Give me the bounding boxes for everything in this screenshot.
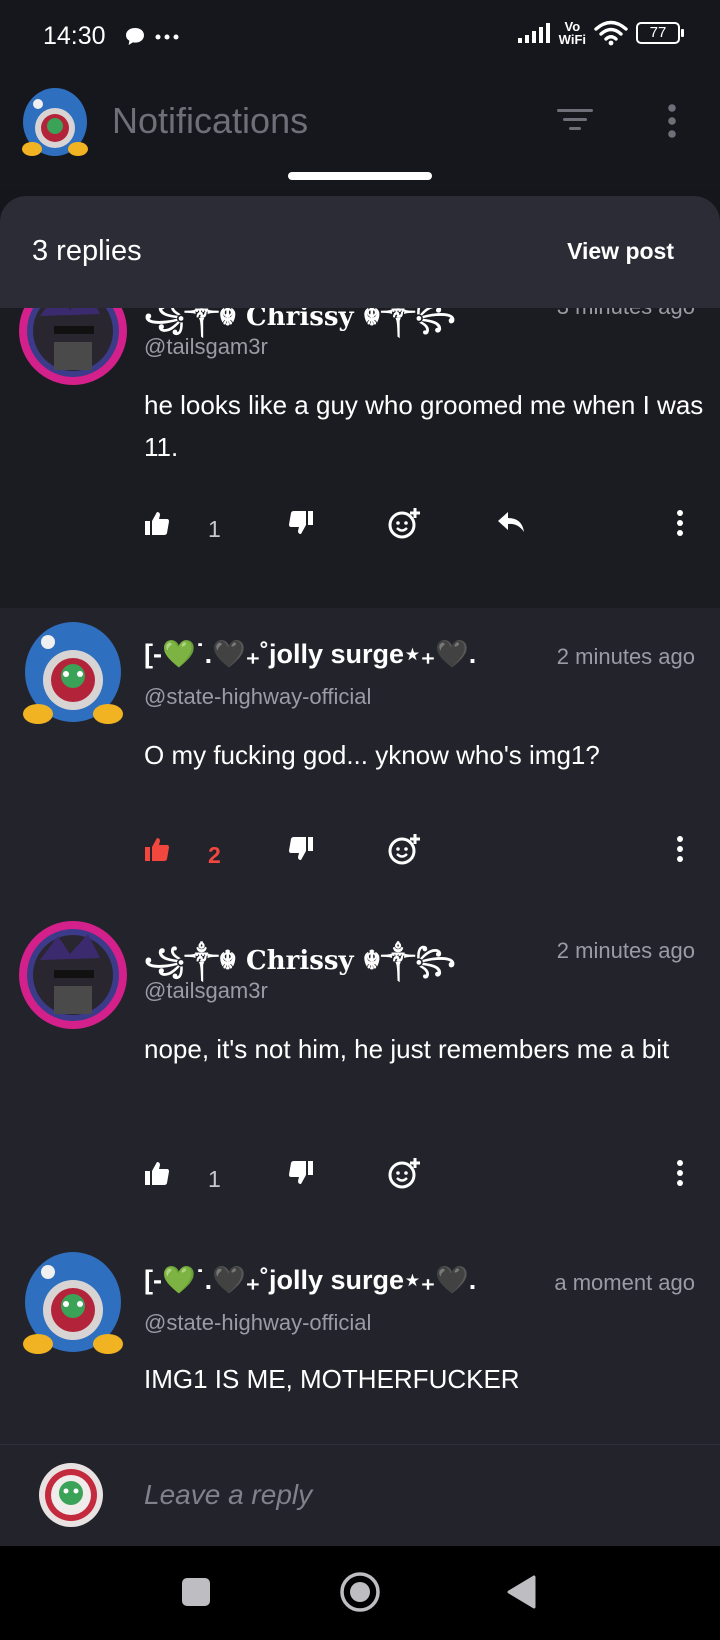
thumbs-up-icon[interactable] bbox=[144, 510, 170, 536]
wifi-label: WiFi bbox=[558, 32, 586, 47]
comment-handle[interactable]: @tailsgam3r bbox=[144, 334, 268, 360]
avatar[interactable] bbox=[18, 920, 128, 1030]
comment-actions: 1 bbox=[144, 508, 704, 550]
view-post-button[interactable]: View post bbox=[567, 238, 674, 265]
replies-count: 3 replies bbox=[32, 235, 142, 267]
avatar[interactable] bbox=[18, 620, 128, 730]
comment-body: O my fucking god... yknow who's img1? bbox=[144, 740, 600, 770]
status-bar: 14:30 Vo WiFi 77 bbox=[0, 0, 720, 78]
add-reaction-icon[interactable] bbox=[388, 506, 422, 540]
home-circle-nav-icon[interactable] bbox=[338, 1570, 382, 1614]
comment-handle[interactable]: @tailsgam3r bbox=[144, 978, 268, 1004]
replies-sheet: 3 replies View post ꧁༒☬ Chrissy ☬༒꧂ 3 mi… bbox=[0, 196, 720, 1546]
thumbs-down-icon[interactable] bbox=[288, 510, 314, 536]
like-count: 2 bbox=[208, 842, 221, 868]
comment: [-💚˙.🖤₊˚jolly surge⋆₊🖤. a moment ago @st… bbox=[0, 1238, 720, 1448]
app-bar: Notifications bbox=[0, 78, 720, 190]
reply-bar bbox=[0, 1444, 720, 1546]
battery-icon: 77 bbox=[636, 22, 684, 44]
thumbs-up-icon[interactable] bbox=[144, 836, 170, 862]
vowifi-indicator: Vo WiFi bbox=[559, 20, 586, 46]
add-reaction-icon[interactable] bbox=[388, 832, 422, 866]
comment-time: 2 minutes ago bbox=[556, 938, 695, 963]
status-left-icons bbox=[124, 26, 180, 48]
square-nav-icon[interactable] bbox=[180, 1576, 212, 1608]
more-dots-icon bbox=[155, 34, 179, 40]
comment-handle[interactable]: @state-highway-official bbox=[144, 684, 371, 710]
status-time: 14:30 bbox=[43, 22, 106, 50]
comment: ꧁༒☬ Chrissy ☬༒꧂ 2 minutes ago @tailsgam3… bbox=[0, 908, 720, 1238]
like-count: 1 bbox=[208, 516, 221, 542]
reply-icon[interactable] bbox=[496, 510, 526, 534]
comment-actions: 2 bbox=[144, 834, 704, 876]
comment-body: IMG1 IS ME, MOTHERFUCKER bbox=[144, 1364, 520, 1394]
reply-input[interactable] bbox=[144, 1475, 664, 1515]
comment-more-icon[interactable] bbox=[674, 834, 686, 864]
comment: ꧁༒☬ Chrissy ☬༒꧂ 3 minutes ago @tailsgam3… bbox=[0, 256, 720, 608]
add-reaction-icon[interactable] bbox=[388, 1156, 422, 1190]
chat-bubble-icon bbox=[126, 28, 144, 45]
like-count: 1 bbox=[208, 1166, 221, 1192]
filter-icon[interactable] bbox=[556, 105, 594, 135]
profile-avatar[interactable] bbox=[18, 86, 92, 160]
comment: [-💚˙.🖤₊˚jolly surge⋆₊🖤. 2 minutes ago @s… bbox=[0, 608, 720, 908]
comment-handle[interactable]: @state-highway-official bbox=[144, 1310, 371, 1336]
comment-actions: 1 bbox=[144, 1158, 704, 1200]
comment-time: a moment ago bbox=[554, 1270, 695, 1295]
comment-body: he looks like a guy who groomed me when … bbox=[144, 390, 704, 462]
signal-icon bbox=[517, 23, 550, 43]
thumbs-down-icon[interactable] bbox=[288, 1160, 314, 1186]
sheet-header: 3 replies View post bbox=[0, 196, 720, 308]
comment-more-icon[interactable] bbox=[674, 1158, 686, 1188]
status-right: Vo WiFi 77 bbox=[517, 20, 684, 46]
comment-author-name[interactable]: [-💚˙.🖤₊˚jolly surge⋆₊🖤. bbox=[144, 1264, 476, 1296]
back-triangle-nav-icon[interactable] bbox=[506, 1574, 538, 1610]
avatar[interactable] bbox=[18, 1250, 128, 1360]
comment-body: nope, it's not him, he just remembers me… bbox=[144, 1034, 670, 1064]
comment-more-icon[interactable] bbox=[674, 508, 686, 538]
thumbs-up-icon[interactable] bbox=[144, 1160, 170, 1186]
thumbs-down-icon[interactable] bbox=[288, 836, 314, 862]
system-nav-bar bbox=[0, 1546, 720, 1640]
wifi-icon bbox=[594, 20, 628, 46]
comment-time: 2 minutes ago bbox=[556, 644, 695, 669]
screen: 14:30 Vo WiFi 77 Notifications 3 replies… bbox=[0, 0, 720, 1640]
page-title: Notifications bbox=[112, 100, 309, 141]
current-user-avatar bbox=[39, 1463, 103, 1527]
sheet-drag-handle[interactable] bbox=[288, 172, 432, 180]
comment-author-name[interactable]: [-💚˙.🖤₊˚jolly surge⋆₊🖤. bbox=[144, 638, 476, 670]
kebab-menu-icon[interactable] bbox=[664, 102, 680, 140]
